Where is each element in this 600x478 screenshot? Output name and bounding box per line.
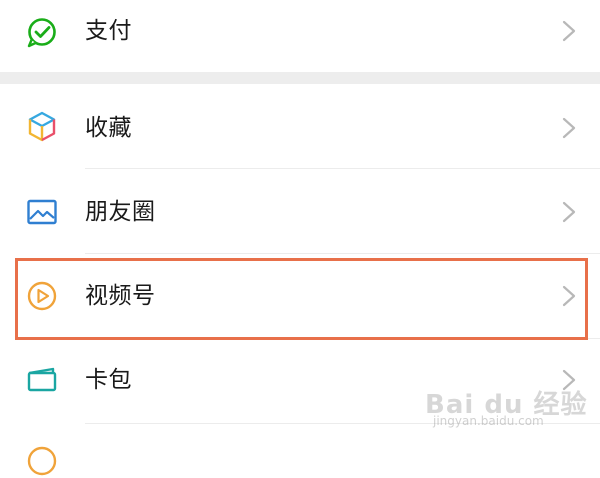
favorites-cube-icon [25,110,59,144]
moments-picture-icon [25,195,59,229]
menu-item-label: 支付 [85,18,132,44]
watermark-sub: jingyan.baidu.com [433,414,544,428]
menu-item-label: 卡包 [85,367,132,393]
emoji-icon [25,444,59,478]
chevron-right-icon [562,201,576,223]
wechat-me-menu: 支付 收藏 朋友圈 视频号 卡包 Bai du 经验 jingyan.baidu… [0,0,600,476]
card-wallet-icon [25,363,59,397]
wechat-pay-icon [25,15,59,49]
baidu-jingyan-watermark: Bai du 经验 jingyan.baidu.com [425,384,587,428]
menu-item-favorites[interactable]: 收藏 [0,84,600,168]
menu-item-pay[interactable]: 支付 [0,0,600,72]
highlight-box [15,258,588,340]
section-separator [0,72,600,84]
chevron-right-icon [562,117,576,139]
menu-item-label: 收藏 [85,115,132,141]
chevron-right-icon [562,20,576,42]
menu-item-moments[interactable]: 朋友圈 [0,169,600,253]
menu-item-label: 朋友圈 [85,199,156,225]
